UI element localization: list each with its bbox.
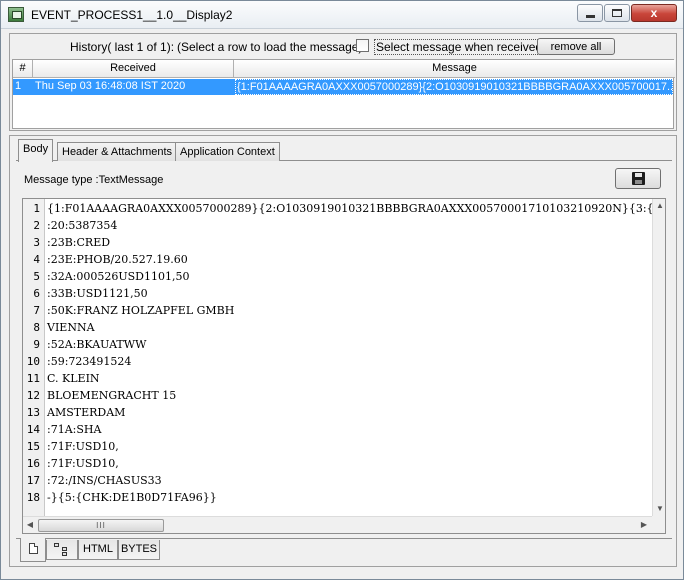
- tab-html-view[interactable]: HTML: [78, 540, 118, 560]
- line-number: 8: [33, 321, 40, 334]
- scroll-down-icon[interactable]: ▼: [653, 502, 665, 516]
- column-header-number[interactable]: #: [13, 60, 33, 78]
- history-panel: History( last 1 of 1): (Select a row to …: [9, 33, 677, 131]
- message-panel: Body Header & Attachments Application Co…: [9, 135, 677, 567]
- tab-tree-view[interactable]: [46, 540, 78, 560]
- line-number: 14: [26, 423, 40, 436]
- code-line[interactable]: :50K:FRANZ HOLZAPFEL GMBH: [47, 302, 234, 319]
- scroll-up-icon[interactable]: ▲: [653, 199, 665, 213]
- code-line[interactable]: :33B:USD1121,50: [47, 285, 148, 302]
- close-button[interactable]: x: [631, 4, 677, 22]
- remove-all-button[interactable]: remove all: [537, 38, 615, 55]
- code-line[interactable]: -}{5:{CHK:DE1B0D71FA96}}: [47, 489, 217, 506]
- scroll-left-icon[interactable]: ◀: [23, 517, 37, 533]
- message-text-area[interactable]: {1:F01AAAAGRA0AXXX0057000289}{2:O1030919…: [45, 199, 653, 516]
- code-line[interactable]: :23E:PHOB/20.527.19.60: [47, 251, 188, 268]
- tab-header-attachments[interactable]: Header & Attachments: [57, 142, 178, 161]
- line-number: 18: [26, 491, 40, 504]
- code-line[interactable]: :71F:USD10,: [47, 455, 119, 472]
- line-number: 6: [33, 287, 40, 300]
- row-received-time: Thu Sep 03 16:48:08 IST 2020: [35, 80, 186, 92]
- line-number: 5: [33, 270, 40, 283]
- document-icon: [28, 543, 38, 554]
- line-number-gutter: 1 2 3 4 5 6 7 8 9 10 11 12 13 14 15 16 17 18: [23, 199, 45, 516]
- history-table-header: # Received Message: [13, 60, 675, 78]
- history-table: # Received Message 1 Thu Sep 03 16:48:08…: [12, 59, 675, 129]
- code-line[interactable]: :23B:CRED: [47, 234, 110, 251]
- code-line[interactable]: :52A:BKAUATWW: [47, 336, 146, 353]
- maximize-icon: [612, 9, 622, 17]
- history-hint: (Select a row to load the message): [177, 40, 363, 54]
- line-number: 4: [33, 253, 40, 266]
- column-header-received[interactable]: Received: [33, 60, 234, 78]
- window-title: EVENT_PROCESS1__1.0__Display2: [31, 8, 233, 22]
- line-number: 7: [33, 304, 40, 317]
- select-when-received-checkbox[interactable]: [356, 39, 369, 52]
- code-line[interactable]: AMSTERDAM: [47, 404, 125, 421]
- tab-text-view[interactable]: [20, 538, 46, 562]
- code-line[interactable]: {1:F01AAAAGRA0AXXX0057000289}{2:O1030919…: [47, 200, 653, 217]
- horizontal-scrollbar[interactable]: ◀ III ▶: [23, 516, 652, 533]
- bottom-tab-strip-divider: [16, 538, 672, 539]
- line-number: 10: [26, 355, 40, 368]
- tab-body[interactable]: Body: [18, 139, 54, 162]
- scrollbar-corner: [652, 516, 665, 533]
- line-number: 2: [33, 219, 40, 232]
- code-line[interactable]: :59:723491524: [47, 353, 131, 370]
- minimize-button[interactable]: [577, 4, 603, 22]
- horizontal-scroll-thumb[interactable]: III: [38, 519, 164, 532]
- close-icon: x: [650, 6, 658, 20]
- tab-bytes-view[interactable]: BYTES: [118, 540, 160, 560]
- table-row[interactable]: 1 Thu Sep 03 16:48:08 IST 2020 {1:F01AAA…: [13, 79, 673, 95]
- code-line[interactable]: :71F:USD10,: [47, 438, 119, 455]
- select-when-received-label[interactable]: Select message when received: [374, 39, 545, 55]
- title-bar[interactable]: EVENT_PROCESS1__1.0__Display2 x: [1, 1, 683, 29]
- tab-application-context[interactable]: Application Context: [175, 142, 280, 161]
- message-editor[interactable]: 1 2 3 4 5 6 7 8 9 10 11 12 13 14 15 16 17 18 {1:F01AAAAGR…: [22, 198, 666, 534]
- line-number: 12: [26, 389, 40, 402]
- line-number: 1: [33, 202, 40, 215]
- minimize-icon: [585, 14, 595, 18]
- floppy-disk-icon: [631, 172, 645, 185]
- save-button[interactable]: [615, 168, 661, 189]
- app-icon: [8, 7, 24, 22]
- code-line[interactable]: C. KLEIN: [47, 370, 100, 387]
- message-type-label: Message type :TextMessage: [24, 174, 164, 186]
- line-number: 9: [33, 338, 40, 351]
- code-line[interactable]: :72:/INS/CHASUS33: [47, 472, 162, 489]
- row-message: {1:F01AAAAGRA0AXXX0057000289}{2:O1030919…: [235, 79, 673, 95]
- history-label: History( last 1 of 1):: [70, 40, 175, 54]
- line-number: 16: [26, 457, 40, 470]
- vertical-scrollbar[interactable]: ▲ ▼: [652, 199, 665, 516]
- code-line[interactable]: :20:5387354: [47, 217, 117, 234]
- column-header-message[interactable]: Message: [234, 60, 675, 78]
- code-line[interactable]: :32A:000526USD1101,50: [47, 268, 189, 285]
- code-line[interactable]: BLOEMENGRACHT 15: [47, 387, 176, 404]
- line-number: 15: [26, 440, 40, 453]
- app-window: EVENT_PROCESS1__1.0__Display2 x History(…: [0, 0, 684, 580]
- scroll-right-icon[interactable]: ▶: [637, 517, 651, 533]
- code-line[interactable]: :71A:SHA: [47, 421, 101, 438]
- row-number: 1: [15, 80, 22, 92]
- line-number: 17: [26, 474, 40, 487]
- tree-view-icon: [54, 543, 70, 557]
- code-line[interactable]: VIENNA: [47, 319, 95, 336]
- line-number: 3: [33, 236, 40, 249]
- maximize-button[interactable]: [604, 4, 630, 22]
- line-number: 11: [26, 372, 40, 385]
- line-number: 13: [26, 406, 40, 419]
